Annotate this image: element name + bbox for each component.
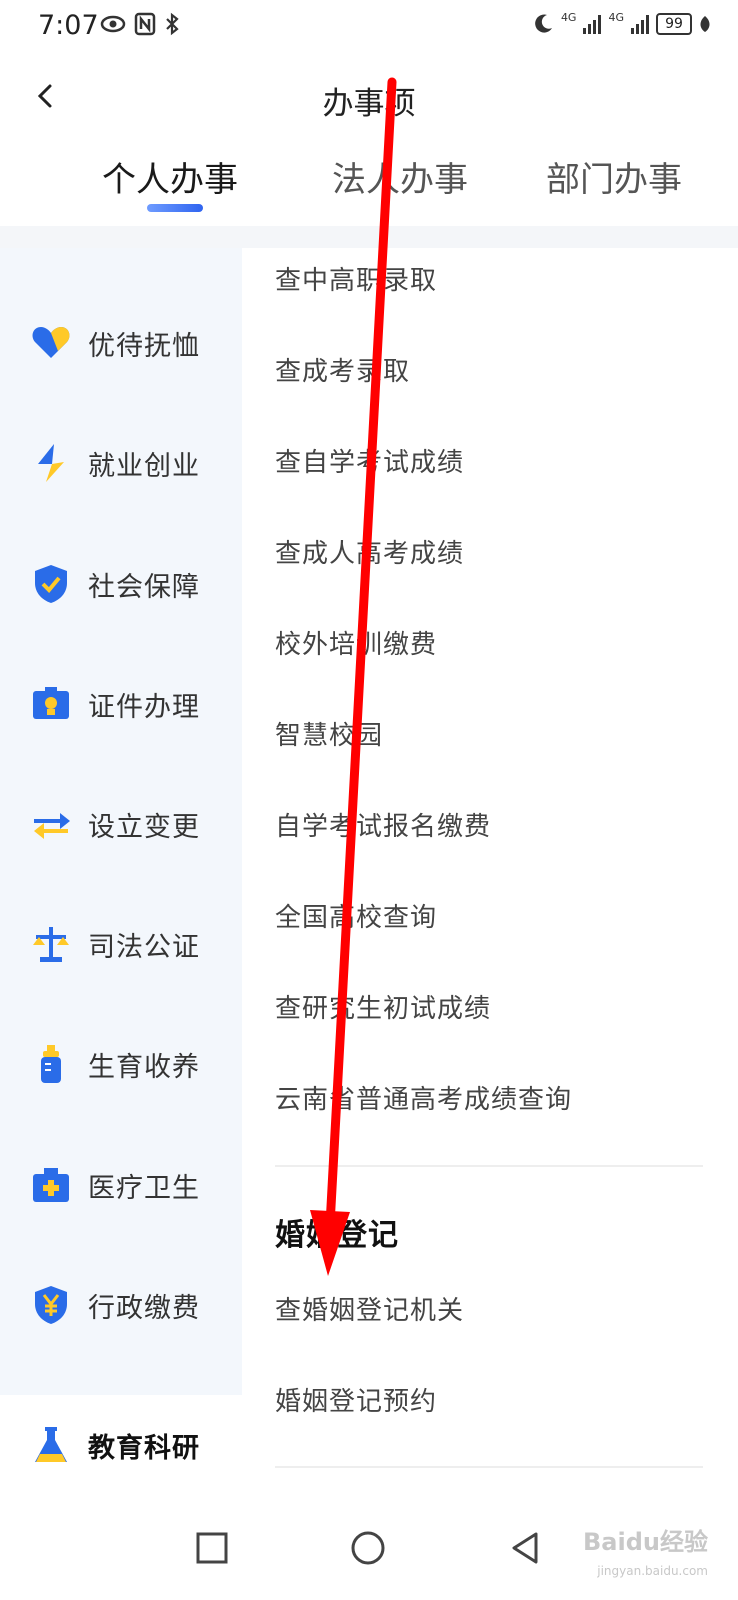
network-label-2: 4G <box>608 11 624 24</box>
sidebar-item-certificate[interactable]: 证件办理 <box>0 654 242 754</box>
sidebar-item-admin-fees[interactable]: 行政缴费 <box>0 1255 242 1355</box>
list-item[interactable]: 查中高职录取 <box>275 260 437 297</box>
sidebar-item-label: 社会保障 <box>88 571 200 603</box>
sidebar-item-employment[interactable]: 就业创业 <box>0 413 242 513</box>
system-nav-bar: Baidu经验 jingyan.baidu.com <box>0 1498 738 1600</box>
sidebar-item-label: 证件办理 <box>88 691 200 723</box>
back-nav-icon[interactable] <box>504 1526 548 1570</box>
header-separator <box>0 226 738 248</box>
recent-apps-icon[interactable] <box>190 1526 234 1570</box>
list-item[interactable]: 查成考录取 <box>275 351 410 388</box>
list-item[interactable]: 查研究生初试成绩 <box>275 988 491 1025</box>
section-divider <box>275 1466 703 1468</box>
sidebar-item-label: 优待抚恤 <box>88 330 200 362</box>
swap-arrows-icon <box>34 813 70 839</box>
home-icon[interactable] <box>346 1526 390 1570</box>
signal-icon <box>583 15 602 34</box>
watermark: Baidu经验 <box>583 1528 708 1556</box>
scales-icon <box>33 927 69 962</box>
tab-personal[interactable]: 个人办事 <box>102 152 238 201</box>
list-item[interactable]: 婚姻登记预约 <box>275 1381 437 1418</box>
sidebar-item-label: 设立变更 <box>88 811 200 843</box>
list-item[interactable]: 校外培训缴费 <box>275 624 437 661</box>
id-card-icon <box>33 687 69 719</box>
leaf-icon <box>700 16 710 32</box>
page-title: 办事项 <box>322 86 416 122</box>
list-item[interactable]: 查成人高考成绩 <box>275 533 464 570</box>
list-item[interactable]: 全国高校查询 <box>275 897 437 934</box>
watermark-url: jingyan.baidu.com <box>597 1564 708 1578</box>
moon-icon <box>535 14 552 33</box>
baby-bottle-icon <box>41 1045 61 1083</box>
list-item[interactable]: 自学考试报名缴费 <box>275 806 491 843</box>
list-item[interactable]: 智慧校园 <box>275 715 383 752</box>
sidebar-item-label: 司法公证 <box>88 931 200 963</box>
sidebar-item-judicial[interactable]: 司法公证 <box>0 894 242 994</box>
heart-icon <box>32 327 70 358</box>
tab-legal-person[interactable]: 法人办事 <box>332 152 468 201</box>
section-title: 婚姻登记 <box>275 1218 399 1253</box>
lightning-icon <box>38 444 64 482</box>
medical-kit-icon <box>33 1168 69 1202</box>
battery-level: 99 <box>665 16 683 32</box>
sidebar-item-education[interactable]: 教育科研 <box>0 1395 242 1495</box>
content-list: 查中高职录取 查成考录取 查自学考试成绩 查成人高考成绩 校外培训缴费 智慧校园… <box>242 248 738 1498</box>
sidebar-item-social-security[interactable]: 社会保障 <box>0 534 242 634</box>
yuan-coin-icon <box>35 1286 67 1324</box>
network-label-1: 4G <box>560 11 577 24</box>
eye-icon <box>100 15 126 33</box>
sidebar-item-label: 就业创业 <box>88 450 200 482</box>
tab-active-indicator <box>147 204 203 212</box>
sidebar-item-label: 生育收养 <box>88 1051 200 1083</box>
header: 办事项 个人办事 法人办事 部门办事 <box>0 56 738 226</box>
nfc-icon <box>134 12 156 36</box>
shield-check-icon <box>35 565 67 603</box>
status-bar: 7:07 4G 4G 99 <box>0 0 738 56</box>
tab-department[interactable]: 部门办事 <box>546 152 682 201</box>
status-time: 7:07 <box>38 10 99 41</box>
sidebar-item-preferential[interactable]: 优待抚恤 <box>0 293 242 393</box>
status-left-icons <box>100 12 180 36</box>
list-item[interactable]: 查自学考试成绩 <box>275 442 464 479</box>
bluetooth-icon <box>166 12 179 36</box>
sidebar-item-label: 医疗卫生 <box>88 1172 200 1204</box>
sidebar-item-medical[interactable]: 医疗卫生 <box>0 1135 242 1235</box>
battery-icon: 99 <box>656 13 692 35</box>
status-right-icons: 4G 4G 99 <box>531 12 712 36</box>
list-item[interactable]: 查婚姻登记机关 <box>275 1290 464 1327</box>
list-item[interactable]: 云南省普通高考成绩查询 <box>275 1079 572 1116</box>
signal-icon-2 <box>631 15 649 34</box>
sidebar-item-birth-adoption[interactable]: 生育收养 <box>0 1014 242 1114</box>
flask-icon <box>35 1427 67 1462</box>
sidebar-item-label: 教育科研 <box>88 1432 200 1464</box>
sidebar: 优待抚恤 就业创业 社会保障 证件办理 设立变更 司法公证 生育收养 医疗卫生 … <box>0 248 242 1395</box>
sidebar-item-establishment[interactable]: 设立变更 <box>0 774 242 874</box>
section-divider <box>275 1165 703 1167</box>
sidebar-item-label: 行政缴费 <box>88 1292 200 1324</box>
